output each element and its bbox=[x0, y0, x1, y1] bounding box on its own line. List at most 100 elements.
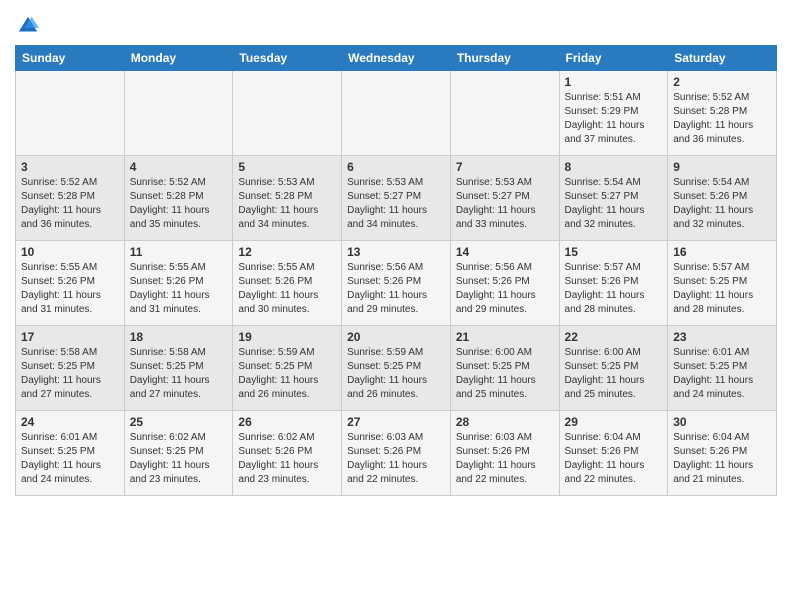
day-info: Sunrise: 5:54 AMSunset: 5:26 PMDaylight:… bbox=[673, 176, 771, 232]
day-number: 15 bbox=[565, 245, 663, 259]
day-number: 23 bbox=[673, 330, 771, 344]
day-number: 25 bbox=[130, 415, 228, 429]
calendar-cell: 24 Sunrise: 6:01 AMSunset: 5:25 PMDayligh… bbox=[16, 411, 125, 496]
day-info: Sunrise: 5:58 AMSunset: 5:25 PMDaylight:… bbox=[21, 346, 119, 402]
day-info: Sunrise: 6:03 AMSunset: 5:26 PMDaylight:… bbox=[456, 431, 554, 487]
calendar-table: SundayMondayTuesdayWednesdayThursdayFrid… bbox=[15, 45, 777, 496]
day-number: 20 bbox=[347, 330, 445, 344]
calendar-cell: 3Sunrise: 5:52 AMSunset: 5:28 PMDaylight… bbox=[16, 156, 125, 241]
calendar-cell: 28 Sunrise: 6:03 AMSunset: 5:26 PMDayligh… bbox=[450, 411, 559, 496]
calendar-week-row: 17 Sunrise: 5:58 AMSunset: 5:25 PMDayligh… bbox=[16, 326, 777, 411]
day-number: 26 bbox=[238, 415, 336, 429]
calendar-cell: 25 Sunrise: 6:02 AMSunset: 5:25 PMDayligh… bbox=[124, 411, 233, 496]
day-number: 6 bbox=[347, 160, 445, 174]
day-info: Sunrise: 5:56 AMSunset: 5:26 PMDaylight:… bbox=[456, 261, 554, 317]
day-number: 27 bbox=[347, 415, 445, 429]
day-number: 19 bbox=[238, 330, 336, 344]
day-info: Sunrise: 5:52 AMSunset: 5:28 PMDaylight:… bbox=[673, 91, 771, 147]
day-number: 10 bbox=[21, 245, 119, 259]
day-info: Sunrise: 6:02 AMSunset: 5:26 PMDaylight:… bbox=[238, 431, 336, 487]
day-info: Sunrise: 5:54 AMSunset: 5:27 PMDaylight:… bbox=[565, 176, 663, 232]
day-info: Sunrise: 5:58 AMSunset: 5:25 PMDaylight:… bbox=[130, 346, 228, 402]
day-info: Sunrise: 5:51 AMSunset: 5:29 PMDaylight:… bbox=[565, 91, 663, 147]
calendar-cell: 7 Sunrise: 5:53 AMSunset: 5:27 PMDaylight… bbox=[450, 156, 559, 241]
calendar-cell: 29 Sunrise: 6:04 AMSunset: 5:26 PMDayligh… bbox=[559, 411, 668, 496]
calendar-cell: 16Sunrise: 5:57 AMSunset: 5:25 PMDayligh… bbox=[668, 241, 777, 326]
day-number: 22 bbox=[565, 330, 663, 344]
day-number: 1 bbox=[565, 75, 663, 89]
calendar-cell: 9 Sunrise: 5:54 AMSunset: 5:26 PMDaylight… bbox=[668, 156, 777, 241]
day-info: Sunrise: 6:04 AMSunset: 5:26 PMDaylight:… bbox=[673, 431, 771, 487]
day-info: Sunrise: 6:01 AMSunset: 5:25 PMDaylight:… bbox=[673, 346, 771, 402]
day-info: Sunrise: 6:00 AMSunset: 5:25 PMDaylight:… bbox=[456, 346, 554, 402]
calendar-cell bbox=[124, 71, 233, 156]
calendar-cell bbox=[16, 71, 125, 156]
day-number: 5 bbox=[238, 160, 336, 174]
day-number: 8 bbox=[565, 160, 663, 174]
day-number: 3 bbox=[21, 160, 119, 174]
calendar-header-monday: Monday bbox=[124, 46, 233, 71]
calendar-cell: 14 Sunrise: 5:56 AMSunset: 5:26 PMDayligh… bbox=[450, 241, 559, 326]
day-number: 21 bbox=[456, 330, 554, 344]
day-number: 18 bbox=[130, 330, 228, 344]
day-info: Sunrise: 5:53 AMSunset: 5:28 PMDaylight:… bbox=[238, 176, 336, 232]
day-number: 29 bbox=[565, 415, 663, 429]
calendar-week-row: 3 Sunrise: 5:52 AMSunset: 5:28 PMDaylight… bbox=[16, 156, 777, 241]
day-number: 14 bbox=[456, 245, 554, 259]
calendar-cell: 21 Sunrise: 6:00 AMSunset: 5:25 PMDayligh… bbox=[450, 326, 559, 411]
day-info: Sunrise: 5:52 AMSunset: 5:28 PMDaylight:… bbox=[130, 176, 228, 232]
calendar-cell bbox=[450, 71, 559, 156]
day-info: Sunrise: 5:59 AMSunset: 5:25 PMDaylight:… bbox=[238, 346, 336, 402]
calendar-cell bbox=[342, 71, 451, 156]
calendar-cell: 8 Sunrise: 5:54 AMSunset: 5:27 PMDaylight… bbox=[559, 156, 668, 241]
day-info: Sunrise: 5:56 AMSunset: 5:26 PMDaylight:… bbox=[347, 261, 445, 317]
day-info: Sunrise: 6:03 AMSunset: 5:26 PMDaylight:… bbox=[347, 431, 445, 487]
day-number: 7 bbox=[456, 160, 554, 174]
calendar-header-thursday: Thursday bbox=[450, 46, 559, 71]
calendar-cell: 5 Sunrise: 5:53 AMSunset: 5:28 PMDaylight… bbox=[233, 156, 342, 241]
logo bbox=[15, 15, 39, 37]
calendar-header-wednesday: Wednesday bbox=[342, 46, 451, 71]
calendar-cell: 15 Sunrise: 5:57 AMSunset: 5:26 PMDayligh… bbox=[559, 241, 668, 326]
day-number: 13 bbox=[347, 245, 445, 259]
calendar-header-tuesday: Tuesday bbox=[233, 46, 342, 71]
day-number: 28 bbox=[456, 415, 554, 429]
calendar-week-row: 10 Sunrise: 5:55 AMSunset: 5:26 PMDayligh… bbox=[16, 241, 777, 326]
day-info: Sunrise: 5:57 AMSunset: 5:26 PMDaylight:… bbox=[565, 261, 663, 317]
calendar-cell: 6Sunrise: 5:53 AMSunset: 5:27 PMDaylight… bbox=[342, 156, 451, 241]
day-info: Sunrise: 5:59 AMSunset: 5:25 PMDaylight:… bbox=[347, 346, 445, 402]
calendar-cell: 23 Sunrise: 6:01 AMSunset: 5:25 PMDayligh… bbox=[668, 326, 777, 411]
calendar-cell: 19 Sunrise: 5:59 AMSunset: 5:25 PMDayligh… bbox=[233, 326, 342, 411]
day-number: 9 bbox=[673, 160, 771, 174]
day-number: 12 bbox=[238, 245, 336, 259]
day-info: Sunrise: 5:53 AMSunset: 5:27 PMDaylight:… bbox=[456, 176, 554, 232]
day-info: Sunrise: 5:55 AMSunset: 5:26 PMDaylight:… bbox=[238, 261, 336, 317]
day-info: Sunrise: 6:04 AMSunset: 5:26 PMDaylight:… bbox=[565, 431, 663, 487]
calendar-week-row: 24 Sunrise: 6:01 AMSunset: 5:25 PMDayligh… bbox=[16, 411, 777, 496]
calendar-cell: 20 Sunrise: 5:59 AMSunset: 5:25 PMDayligh… bbox=[342, 326, 451, 411]
day-info: Sunrise: 6:01 AMSunset: 5:25 PMDaylight:… bbox=[21, 431, 119, 487]
day-number: 2 bbox=[673, 75, 771, 89]
calendar-cell: 12 Sunrise: 5:55 AMSunset: 5:26 PMDayligh… bbox=[233, 241, 342, 326]
calendar-header-row: SundayMondayTuesdayWednesdayThursdayFrid… bbox=[16, 46, 777, 71]
calendar-cell: 11Sunrise: 5:55 AMSunset: 5:26 PMDayligh… bbox=[124, 241, 233, 326]
logo-icon bbox=[17, 15, 39, 37]
day-number: 24 bbox=[21, 415, 119, 429]
calendar-cell: 10 Sunrise: 5:55 AMSunset: 5:26 PMDayligh… bbox=[16, 241, 125, 326]
day-number: 30 bbox=[673, 415, 771, 429]
calendar-header-friday: Friday bbox=[559, 46, 668, 71]
day-number: 16 bbox=[673, 245, 771, 259]
calendar-cell: 13 Sunrise: 5:56 AMSunset: 5:26 PMDayligh… bbox=[342, 241, 451, 326]
day-info: Sunrise: 6:00 AMSunset: 5:25 PMDaylight:… bbox=[565, 346, 663, 402]
day-number: 17 bbox=[21, 330, 119, 344]
calendar-cell bbox=[233, 71, 342, 156]
day-info: Sunrise: 5:55 AMSunset: 5:26 PMDaylight:… bbox=[21, 261, 119, 317]
calendar-cell: 4Sunrise: 5:52 AMSunset: 5:28 PMDaylight… bbox=[124, 156, 233, 241]
calendar-cell: 2 Sunrise: 5:52 AMSunset: 5:28 PMDaylight… bbox=[668, 71, 777, 156]
calendar-cell: 30 Sunrise: 6:04 AMSunset: 5:26 PMDayligh… bbox=[668, 411, 777, 496]
calendar-cell: 27 Sunrise: 6:03 AMSunset: 5:26 PMDayligh… bbox=[342, 411, 451, 496]
calendar-cell: 1 Sunrise: 5:51 AMSunset: 5:29 PMDaylight… bbox=[559, 71, 668, 156]
day-info: Sunrise: 5:55 AMSunset: 5:26 PMDaylight:… bbox=[130, 261, 228, 317]
calendar-cell: 26 Sunrise: 6:02 AMSunset: 5:26 PMDayligh… bbox=[233, 411, 342, 496]
day-info: Sunrise: 6:02 AMSunset: 5:25 PMDaylight:… bbox=[130, 431, 228, 487]
